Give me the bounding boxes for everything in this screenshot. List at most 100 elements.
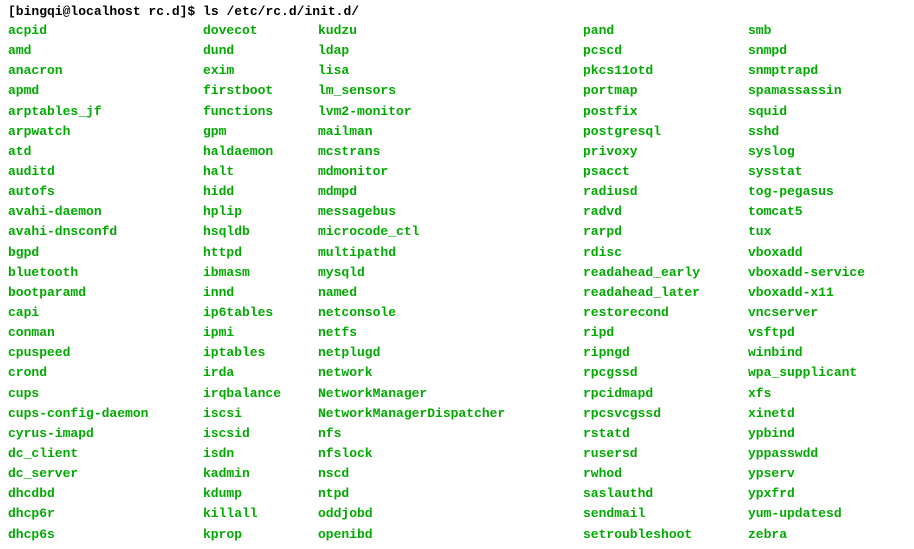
- file-entry: tog-pegasus: [748, 182, 865, 202]
- file-entry: innd: [203, 283, 318, 303]
- file-entry: cups: [8, 384, 203, 404]
- file-entry: mysqld: [318, 263, 583, 283]
- file-entry: bootparamd: [8, 283, 203, 303]
- file-entry: psacct: [583, 162, 748, 182]
- file-entry: pand: [583, 21, 748, 41]
- file-entry: arpwatch: [8, 122, 203, 142]
- file-entry: ibmasm: [203, 263, 318, 283]
- file-entry: ldap: [318, 41, 583, 61]
- file-entry: hidd: [203, 182, 318, 202]
- file-entry: sshd: [748, 122, 865, 142]
- file-entry: zebra: [748, 525, 865, 545]
- file-entry: bluetooth: [8, 263, 203, 283]
- file-entry: iptables: [203, 343, 318, 363]
- file-entry: radiusd: [583, 182, 748, 202]
- listing-column-5: smbsnmpdsnmptrapdspamassassinsquidsshdsy…: [748, 21, 865, 545]
- file-entry: atd: [8, 142, 203, 162]
- file-entry: hsqldb: [203, 222, 318, 242]
- file-entry: snmptrapd: [748, 61, 865, 81]
- file-entry: lvm2-monitor: [318, 102, 583, 122]
- file-entry: iscsi: [203, 404, 318, 424]
- file-entry: sysstat: [748, 162, 865, 182]
- file-entry: postfix: [583, 102, 748, 122]
- file-entry: vboxadd: [748, 243, 865, 263]
- file-entry: irqbalance: [203, 384, 318, 404]
- file-entry: rarpd: [583, 222, 748, 242]
- file-entry: setroubleshoot: [583, 525, 748, 545]
- file-entry: dc_server: [8, 464, 203, 484]
- file-entry: amd: [8, 41, 203, 61]
- file-entry: network: [318, 363, 583, 383]
- file-entry: radvd: [583, 202, 748, 222]
- file-entry: rpcgssd: [583, 363, 748, 383]
- file-entry: named: [318, 283, 583, 303]
- file-entry: cpuspeed: [8, 343, 203, 363]
- file-entry: conman: [8, 323, 203, 343]
- file-entry: vncserver: [748, 303, 865, 323]
- file-entry: kudzu: [318, 21, 583, 41]
- file-entry: xinetd: [748, 404, 865, 424]
- file-entry: apmd: [8, 81, 203, 101]
- file-entry: exim: [203, 61, 318, 81]
- file-entry: microcode_ctl: [318, 222, 583, 242]
- file-entry: mcstrans: [318, 142, 583, 162]
- file-entry: readahead_later: [583, 283, 748, 303]
- file-entry: tux: [748, 222, 865, 242]
- file-entry: capi: [8, 303, 203, 323]
- file-entry: kadmin: [203, 464, 318, 484]
- file-entry: netfs: [318, 323, 583, 343]
- file-entry: rpcidmapd: [583, 384, 748, 404]
- file-entry: cups-config-daemon: [8, 404, 203, 424]
- file-entry: pkcs11otd: [583, 61, 748, 81]
- file-entry: lm_sensors: [318, 81, 583, 101]
- file-entry: nfs: [318, 424, 583, 444]
- file-entry: NetworkManagerDispatcher: [318, 404, 583, 424]
- file-entry: multipathd: [318, 243, 583, 263]
- file-entry: haldaemon: [203, 142, 318, 162]
- file-entry: ntpd: [318, 484, 583, 504]
- file-entry: messagebus: [318, 202, 583, 222]
- file-entry: openibd: [318, 525, 583, 545]
- terminal-prompt-line: [bingqi@localhost rc.d]$ ls /etc/rc.d/in…: [8, 4, 906, 19]
- file-entry: vsftpd: [748, 323, 865, 343]
- file-entry: gpm: [203, 122, 318, 142]
- file-entry: pcscd: [583, 41, 748, 61]
- file-entry: kdump: [203, 484, 318, 504]
- file-entry: saslauthd: [583, 484, 748, 504]
- file-entry: mailman: [318, 122, 583, 142]
- file-entry: dhcp6r: [8, 504, 203, 524]
- file-entry: vboxadd-service: [748, 263, 865, 283]
- file-entry: spamassassin: [748, 81, 865, 101]
- file-entry: dc_client: [8, 444, 203, 464]
- file-entry: irda: [203, 363, 318, 383]
- file-entry: acpid: [8, 21, 203, 41]
- file-entry: winbind: [748, 343, 865, 363]
- file-entry: rwhod: [583, 464, 748, 484]
- file-entry: isdn: [203, 444, 318, 464]
- file-entry: netconsole: [318, 303, 583, 323]
- file-entry: firstboot: [203, 81, 318, 101]
- file-entry: wpa_supplicant: [748, 363, 865, 383]
- file-entry: yppasswdd: [748, 444, 865, 464]
- file-entry: arptables_jf: [8, 102, 203, 122]
- file-entry: rstatd: [583, 424, 748, 444]
- file-entry: ypserv: [748, 464, 865, 484]
- file-entry: syslog: [748, 142, 865, 162]
- file-entry: mdmpd: [318, 182, 583, 202]
- file-entry: bgpd: [8, 243, 203, 263]
- file-entry: iscsid: [203, 424, 318, 444]
- file-entry: ipmi: [203, 323, 318, 343]
- file-entry: nfslock: [318, 444, 583, 464]
- file-entry: ip6tables: [203, 303, 318, 323]
- file-entry: smb: [748, 21, 865, 41]
- file-entry: mdmonitor: [318, 162, 583, 182]
- file-entry: halt: [203, 162, 318, 182]
- file-entry: readahead_early: [583, 263, 748, 283]
- shell-prompt: [bingqi@localhost rc.d]$: [8, 4, 195, 19]
- file-entry: killall: [203, 504, 318, 524]
- file-entry: hplip: [203, 202, 318, 222]
- file-entry: avahi-daemon: [8, 202, 203, 222]
- file-entry: squid: [748, 102, 865, 122]
- file-entry: ripngd: [583, 343, 748, 363]
- shell-command: ls /etc/rc.d/init.d/: [203, 4, 359, 19]
